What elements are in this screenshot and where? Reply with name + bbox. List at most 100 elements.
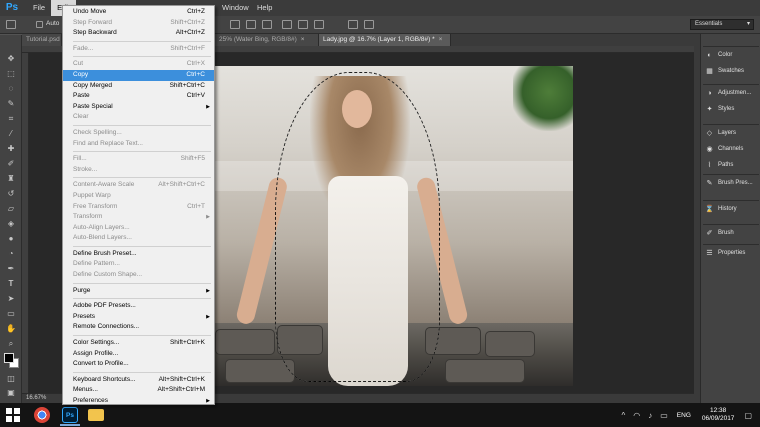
menu-item-copy-merged[interactable]: Copy Merged Shift+Ctrl+C xyxy=(63,81,214,92)
align-bottom-icon[interactable] xyxy=(262,20,272,29)
menu-item-auto-align-layers[interactable]: Auto-Align Layers... xyxy=(63,223,214,234)
panel-properties[interactable]: ☰ Properties xyxy=(703,245,759,261)
menu-item-presets[interactable]: Presets ▶ xyxy=(63,312,214,323)
tab-water-bing[interactable]: 25% (Water Bing, RGB/8#) × xyxy=(215,34,319,46)
menu-item-stroke[interactable]: Stroke... xyxy=(63,165,214,176)
volume-icon[interactable]: ♪ xyxy=(648,411,652,420)
menu-item-free-transform[interactable]: Free Transform Ctrl+T xyxy=(63,202,214,213)
healing-brush-tool-icon[interactable]: ✚ xyxy=(5,143,17,154)
type-tool-icon[interactable]: T xyxy=(5,278,17,289)
menu-window[interactable]: Window xyxy=(216,0,255,16)
crop-tool-icon[interactable]: ⌗ xyxy=(5,113,17,124)
brush-tool-icon[interactable]: ✐ xyxy=(5,158,17,169)
vertical-ruler[interactable] xyxy=(22,53,29,393)
blur-tool-icon[interactable]: ● xyxy=(5,233,17,244)
panel-brush[interactable]: ✐ Brush xyxy=(703,225,759,241)
menu-item-transform[interactable]: Transform ▶ xyxy=(63,212,214,223)
menu-help[interactable]: Help xyxy=(251,0,278,16)
distribute-bottom-icon[interactable] xyxy=(314,20,324,29)
menu-item-fade[interactable]: Fade... Shift+Ctrl+F xyxy=(63,44,214,55)
close-icon[interactable]: × xyxy=(301,36,305,43)
shape-tool-icon[interactable]: ▭ xyxy=(5,308,17,319)
panel-paths[interactable]: ⌇ Paths xyxy=(703,157,759,173)
eraser-tool-icon[interactable]: ▱ xyxy=(5,203,17,214)
notifications-icon[interactable]: ▢ xyxy=(744,411,752,420)
menu-item-paste-special[interactable]: Paste Special ▶ xyxy=(63,102,214,113)
quick-mask-icon[interactable]: ◫ xyxy=(5,373,17,384)
panel-styles[interactable]: ✦ Styles xyxy=(703,101,759,117)
history-brush-tool-icon[interactable]: ↺ xyxy=(5,188,17,199)
menu-item-copy[interactable]: Copy Ctrl+C xyxy=(63,69,214,81)
panel-swatches[interactable]: ▦ Swatches xyxy=(703,63,759,79)
menu-file[interactable]: File xyxy=(27,0,51,16)
menu-item-cut[interactable]: Cut Ctrl+X xyxy=(63,59,214,70)
align-middle-icon[interactable] xyxy=(246,20,256,29)
menu-item-content-aware-scale[interactable]: Content-Aware Scale Alt+Shift+Ctrl+C xyxy=(63,180,214,191)
menu-item-adobe-pdf-presets[interactable]: Adobe PDF Presets... xyxy=(63,301,214,312)
pen-tool-icon[interactable]: ✒ xyxy=(5,263,17,274)
panel-history[interactable]: ⌛ History xyxy=(703,201,759,217)
chrome-icon[interactable] xyxy=(34,407,50,423)
menu-item-check-spelling[interactable]: Check Spelling... xyxy=(63,128,214,139)
menu-item-define-custom-shape[interactable]: Define Custom Shape... xyxy=(63,270,214,281)
lasso-tool-icon[interactable]: ◌ xyxy=(5,83,17,94)
show-hidden-icons-icon[interactable]: ^ xyxy=(621,411,625,420)
paint-bucket-tool-icon[interactable]: ◈ xyxy=(5,218,17,229)
menu-item-find-and-replace-text[interactable]: Find and Replace Text... xyxy=(63,139,214,150)
network-icon[interactable]: ◠ xyxy=(633,411,640,420)
menu-item-auto-blend-layers[interactable]: Auto-Blend Layers... xyxy=(63,233,214,244)
menu-item-remote-connections[interactable]: Remote Connections... xyxy=(63,322,214,333)
align-top-icon[interactable] xyxy=(230,20,240,29)
document-image[interactable] xyxy=(215,66,573,386)
photoshop-icon[interactable]: Ps xyxy=(60,407,80,426)
auto-select-checkbox[interactable] xyxy=(36,21,43,28)
battery-icon[interactable]: ▭ xyxy=(660,411,668,420)
move-tool-icon[interactable]: ✥ xyxy=(5,53,17,64)
panel-adjustmen[interactable]: ◑ Adjustmen... xyxy=(703,85,759,101)
menu-item-menus[interactable]: Menus... Alt+Shift+Ctrl+M xyxy=(63,385,214,396)
menu-item-color-settings[interactable]: Color Settings... Shift+Ctrl+K xyxy=(63,338,214,349)
dodge-tool-icon[interactable]: ◔ xyxy=(5,248,17,259)
menu-item-step-forward[interactable]: Step Forward Shift+Ctrl+Z xyxy=(63,18,214,29)
taskbar-clock[interactable]: 12:38 06/09/2017 xyxy=(702,407,735,423)
panel-color[interactable]: ◐ Color xyxy=(703,47,759,63)
menu-item-preferences[interactable]: Preferences ▶ xyxy=(63,396,214,407)
screen-mode-icon[interactable]: ▣ xyxy=(5,387,17,398)
hand-tool-icon[interactable]: ✋ xyxy=(5,323,17,334)
zoom-level[interactable]: 16.67% xyxy=(26,395,46,401)
start-button[interactable] xyxy=(6,408,20,422)
clone-stamp-tool-icon[interactable]: ♜ xyxy=(5,173,17,184)
menu-item-undo-move[interactable]: Undo Move Ctrl+Z xyxy=(63,7,214,18)
marquee-tool-icon[interactable]: ⬚ xyxy=(5,68,17,79)
menu-item-purge[interactable]: Purge ▶ xyxy=(63,286,214,297)
input-language[interactable]: ENG xyxy=(677,412,691,419)
path-selection-tool-icon[interactable]: ➤ xyxy=(5,293,17,304)
distribute-middle-icon[interactable] xyxy=(298,20,308,29)
file-explorer-icon[interactable] xyxy=(88,409,104,421)
panel-brush-pres[interactable]: ✎ Brush Pres... xyxy=(703,175,759,191)
menu-item-fill[interactable]: Fill... Shift+F5 xyxy=(63,154,214,165)
3d-rotate-icon[interactable] xyxy=(364,20,374,29)
eyedropper-tool-icon[interactable]: ⁄ xyxy=(5,128,17,139)
panel-channels[interactable]: ◉ Channels xyxy=(703,141,759,157)
tab-lady[interactable]: Lady.jpg @ 16.7% (Layer 1, RGB/8#) * × xyxy=(319,34,451,46)
menu-item-convert-to-profile[interactable]: Convert to Profile... xyxy=(63,359,214,370)
panel-layers[interactable]: ◇ Layers xyxy=(703,125,759,141)
foreground-color-swatch[interactable] xyxy=(4,353,14,363)
move-tool-options-icon[interactable] xyxy=(6,20,16,29)
menu-item-define-brush-preset[interactable]: Define Brush Preset... xyxy=(63,249,214,260)
menu-item-paste[interactable]: Paste Ctrl+V xyxy=(63,91,214,102)
menu-item-step-backward[interactable]: Step Backward Alt+Ctrl+Z xyxy=(63,28,214,39)
quick-selection-tool-icon[interactable]: ✎ xyxy=(5,98,17,109)
menu-item-clear[interactable]: Clear xyxy=(63,112,214,123)
close-icon[interactable]: × xyxy=(439,36,443,43)
distribute-top-icon[interactable] xyxy=(282,20,292,29)
3d-mode-icon[interactable] xyxy=(348,20,358,29)
zoom-tool-icon[interactable]: ⌕ xyxy=(5,338,17,349)
menu-item-keyboard-shortcuts[interactable]: Keyboard Shortcuts... Alt+Shift+Ctrl+K xyxy=(63,375,214,386)
menu-item-assign-profile[interactable]: Assign Profile... xyxy=(63,349,214,360)
tab-tutorial[interactable]: Tutorial.psd xyxy=(22,34,62,46)
menu-item-define-pattern[interactable]: Define Pattern... xyxy=(63,259,214,270)
workspace-select[interactable]: Essentials ▾ xyxy=(690,19,754,30)
menu-item-puppet-warp[interactable]: Puppet Warp xyxy=(63,191,214,202)
